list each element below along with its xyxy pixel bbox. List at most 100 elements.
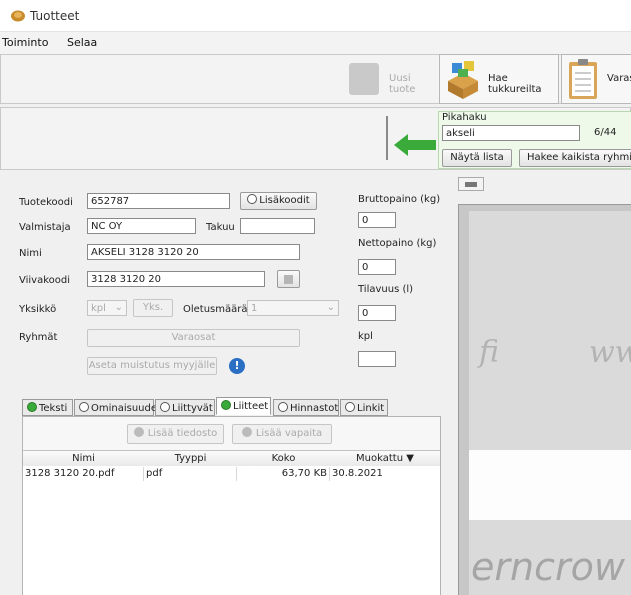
quicksearch-input[interactable]: akseli — [442, 125, 580, 141]
net-weight-label: Nettopaino (kg) — [358, 238, 437, 249]
new-product-icon — [349, 63, 379, 95]
inventory-label: Varas — [607, 73, 631, 84]
cell-type: pdf — [144, 467, 237, 481]
column-header-modified[interactable]: Muokattu ▼ — [330, 451, 440, 466]
toolbar-panel: Uusi tuote Hae tukkureilta Varas — [0, 54, 631, 104]
preview-page — [469, 211, 631, 595]
add-free-label: Lisää vapaita — [255, 428, 323, 439]
barcode-icon — [284, 275, 293, 284]
info-icon[interactable]: ! — [229, 358, 245, 374]
unit-select[interactable]: kpl ⌄ — [87, 300, 127, 316]
tab-label: Linkit — [357, 403, 385, 414]
inventory-button[interactable]: Varas — [561, 54, 631, 104]
radio-icon — [221, 400, 231, 410]
tab-label: Teksti — [39, 403, 68, 414]
extra-codes-button[interactable]: Lisäkoodit — [240, 192, 317, 210]
radio-icon — [27, 402, 37, 412]
menu-toiminto[interactable]: Toiminto — [2, 36, 48, 49]
tab-liitteet[interactable]: Liitteet — [216, 397, 271, 415]
set-reminder-button[interactable]: Aseta muistutus myyjälle — [87, 357, 217, 375]
barcode-label: Viivakoodi — [19, 275, 71, 286]
tab-label: Ominaisuudet — [91, 403, 161, 414]
tab-linkit[interactable]: Linkit — [340, 399, 388, 416]
menu-selaa[interactable]: Selaa — [67, 36, 97, 49]
pcs-field[interactable] — [358, 351, 396, 367]
barcode-field[interactable]: 3128 3120 20 — [87, 271, 265, 287]
table-row[interactable]: 3128 3120 20.pdf pdf 63,70 KB 30.8.2021 — [23, 467, 440, 481]
add-icon — [133, 427, 144, 437]
clipboard-icon — [569, 59, 597, 99]
manufacturer-field[interactable]: NC OY — [87, 218, 196, 234]
quicksearch-panel: Pikahaku akseli 6/44 Näytä lista Hakee k… — [0, 107, 631, 170]
unit-label: Yksikkö — [19, 304, 57, 315]
new-product-button[interactable]: Uusi tuote — [347, 61, 437, 97]
title-bar: Tuotteet — [0, 0, 631, 32]
show-list-button[interactable]: Näytä lista — [442, 149, 512, 167]
preview-text-right: ww — [589, 335, 631, 370]
radio-icon — [278, 402, 288, 412]
tab-liittyvat[interactable]: Liittyvät — [155, 399, 215, 416]
extra-codes-label: Lisäkoodit — [259, 195, 310, 206]
radio-icon — [160, 402, 170, 412]
net-weight-field[interactable]: 0 — [358, 259, 396, 275]
default-qty-label: Oletusmäärä — [183, 304, 248, 315]
chevron-down-icon: ⌄ — [326, 302, 335, 313]
tab-label: Liittyvät — [172, 403, 213, 414]
unit-button[interactable]: Yks. — [133, 299, 173, 317]
quicksearch-box: Pikahaku akseli 6/44 Näytä lista Hakee k… — [438, 111, 631, 169]
fetch-wholesalers-label: Hae tukkureilta — [488, 73, 542, 95]
tab-label: Hinnastot — [290, 403, 339, 414]
add-file-label: Lisää tiedosto — [147, 428, 218, 439]
add-file-button[interactable]: Lisää tiedosto — [127, 424, 224, 444]
column-header-type[interactable]: Tyyppi — [144, 451, 238, 466]
preview-text-left: fi — [479, 335, 500, 370]
preview-logo-band — [469, 450, 631, 520]
barcode-button[interactable] — [277, 270, 300, 288]
column-header-name[interactable]: Nimi — [23, 451, 145, 466]
new-product-label: Uusi tuote — [389, 73, 416, 95]
gross-weight-label: Bruttopaino (kg) — [358, 194, 441, 205]
boxes-icon — [448, 61, 478, 99]
window-title: Tuotteet — [30, 9, 80, 23]
fetch-wholesalers-button[interactable]: Hae tukkureilta — [439, 54, 559, 104]
tab-strip: Teksti Ominaisuudet Liittyvät Liitteet H… — [22, 397, 442, 417]
groups-label: Ryhmät — [19, 332, 58, 343]
volume-field[interactable]: 0 — [358, 305, 396, 321]
arrow-left-icon — [394, 134, 436, 156]
cell-modified: 30.8.2021 — [332, 468, 383, 479]
groups-button[interactable]: Varaosat — [87, 329, 300, 347]
add-free-button[interactable]: Lisää vapaita — [232, 424, 332, 444]
tab-hinnastot[interactable]: Hinnastot — [273, 399, 339, 416]
menu-bar: Toiminto Selaa — [0, 32, 631, 54]
preview-text-bottom: erncrow — [471, 545, 625, 589]
tab-teksti[interactable]: Teksti — [22, 399, 73, 416]
table-header: Nimi Tyyppi Koko Muokattu ▼ — [23, 451, 440, 466]
tab-label: Liitteet — [233, 401, 269, 412]
attachments-table: Nimi Tyyppi Koko Muokattu ▼ 3128 3120 20… — [23, 450, 440, 595]
add-icon — [241, 427, 252, 437]
product-code-label: Tuotekoodi — [19, 197, 73, 208]
cell-name: 3128 3120 20.pdf — [23, 467, 144, 481]
document-preview[interactable]: fi ww erncrow — [458, 204, 631, 595]
name-field[interactable]: AKSELI 3128 3120 20 — [87, 244, 300, 260]
column-header-size[interactable]: Koko — [237, 451, 331, 466]
product-code-field[interactable]: 652787 — [87, 193, 230, 209]
default-qty-value: 1 — [251, 303, 258, 314]
search-all-groups-button[interactable]: Hakee kaikista ryhmistä — [519, 149, 631, 167]
volume-label: Tilavuus (l) — [358, 284, 414, 295]
quicksearch-legend: Pikahaku — [442, 112, 487, 123]
app-icon — [11, 10, 25, 22]
quicksearch-count: 6/44 — [594, 127, 617, 138]
preview-back-button[interactable] — [458, 177, 484, 191]
pcs-label: kpl — [358, 331, 373, 342]
unit-value: kpl — [91, 303, 106, 314]
radio-icon — [247, 194, 258, 204]
warranty-field[interactable] — [240, 218, 315, 234]
default-qty-select[interactable]: 1 ⌄ — [247, 300, 339, 316]
manufacturer-label: Valmistaja — [19, 222, 71, 233]
attachments-panel: Lisää tiedosto Lisää vapaita Nimi Tyyppi… — [22, 416, 441, 595]
gross-weight-field[interactable]: 0 — [358, 212, 396, 228]
cell-size: 63,70 KB — [237, 467, 330, 481]
name-label: Nimi — [19, 248, 42, 259]
tab-ominaisuudet[interactable]: Ominaisuudet — [74, 399, 161, 416]
